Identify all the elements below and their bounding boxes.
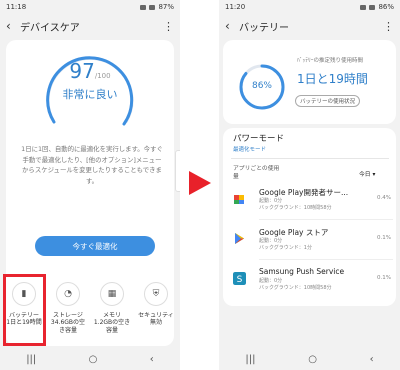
signal-icon <box>369 4 376 10</box>
app-meta: 起動：0分 バックグラウンド：10時間58分 <box>259 278 332 291</box>
dropdown-arrow-icon: ▾ <box>372 172 376 178</box>
score-status: 非常に良い <box>62 88 118 101</box>
power-mode-title[interactable]: パワーモード <box>233 132 284 144</box>
tile-value: 1.2GBの空き容量 <box>93 319 131 334</box>
divider <box>259 219 393 220</box>
back-arrow-icon[interactable]: ‹ <box>6 19 20 33</box>
tile-value: 無効 <box>149 319 162 326</box>
more-options-icon[interactable]: ⋮ <box>163 20 174 33</box>
app-bar: ‹ バッテリー ⋮ <box>219 14 400 38</box>
app-percent: 0.4% <box>377 195 391 201</box>
tile-label: ストレージ <box>53 312 83 319</box>
app-usage-row[interactable]: S Samsung Push Service 起動：0分 バックグラウンド：10時… <box>231 264 393 300</box>
divider <box>231 158 389 159</box>
puzzle-icon <box>234 195 244 204</box>
score-display: 97/100 <box>0 59 180 83</box>
power-and-usage-card: パワーモード 最適化モード アプリごとの使用量 今日 ▾ Google Play… <box>223 128 396 306</box>
battery-level: 86% <box>378 3 394 11</box>
svg-text:S: S <box>237 275 243 285</box>
power-mode-value: 最適化モード <box>233 147 267 153</box>
back-nav-icon[interactable]: ‹ <box>150 354 154 365</box>
period-dropdown[interactable]: 今日 ▾ <box>359 169 375 178</box>
back-arrow-icon[interactable]: ‹ <box>225 19 239 33</box>
battery-level: 87% <box>158 3 174 11</box>
status-bar: 11:20 86% <box>219 0 400 14</box>
app-name: Google Play ストア <box>259 228 329 237</box>
memory-icon: ▦ <box>100 282 124 306</box>
battery-summary-card: 86% ﾊﾞｯﾃﾘｰの推定残り使用時間 1日と19時間 バッテリーの使用状況 <box>223 40 396 124</box>
remaining-time-value: 1日と19時間 <box>297 72 368 86</box>
tile-value: 34.6GBの空き容量 <box>50 319 86 334</box>
nav-bar: ||| ○ ‹ <box>219 348 400 370</box>
edge-panel-handle[interactable] <box>175 150 180 192</box>
app-percent: 0.1% <box>377 235 391 241</box>
tile-label: セキュリティ <box>138 312 174 319</box>
period-value: 今日 <box>359 172 371 178</box>
transition-arrow-icon <box>189 171 211 195</box>
more-options-icon[interactable]: ⋮ <box>383 20 394 33</box>
app-usage-row[interactable]: Google Play開発者サー... 起動：0分 バックグラウンド：10時間58… <box>231 184 393 220</box>
app-percent: 0.1% <box>377 275 391 281</box>
tile-label: メモリ <box>102 312 121 319</box>
app-usage-row[interactable]: Google Play ストア 起動：0分 バックグラウンド：1分 0.1% <box>231 224 393 260</box>
signal-icon <box>149 4 156 10</box>
device-care-screen: 11:18 87% ‹ デバイスケア ⋮ 97/100 非常に良い 1日に1回、… <box>0 0 180 370</box>
status-time: 11:20 <box>225 3 246 11</box>
comparison-screenshot: 11:18 87% ‹ デバイスケア ⋮ 97/100 非常に良い 1日に1回、… <box>0 0 400 370</box>
battery-percent: 86% <box>251 81 272 91</box>
app-usage-label: アプリごとの使用量 <box>233 166 280 180</box>
app-name: Samsung Push Service <box>259 267 345 276</box>
remaining-time-label: ﾊﾞｯﾃﾘｰの推定残り使用時間 <box>297 58 364 64</box>
optimize-now-button[interactable]: 今すぐ最適化 <box>35 236 155 256</box>
page-title: デバイスケア <box>20 22 80 34</box>
shield-icon: ⛨ <box>144 282 168 306</box>
recent-apps-icon[interactable]: ||| <box>245 354 255 365</box>
status-time: 11:18 <box>6 3 27 11</box>
app-meta: 起動：0分 バックグラウンド：10時間58分 <box>259 198 332 211</box>
divider <box>259 259 393 260</box>
samsung-push-icon: S <box>233 272 246 285</box>
nav-bar: ||| ○ ‹ <box>0 348 180 370</box>
home-icon[interactable]: ○ <box>89 354 98 365</box>
home-icon[interactable]: ○ <box>308 354 317 365</box>
tile-security[interactable]: ⛨ セキュリティ 無効 <box>136 278 176 335</box>
app-name: Google Play開発者サー... <box>259 188 349 197</box>
play-store-icon <box>235 233 244 244</box>
app-meta: 起動：0分 バックグラウンド：1分 <box>259 238 312 251</box>
status-bar: 11:18 87% <box>0 0 180 14</box>
score-max: /100 <box>94 72 111 80</box>
battery-tile-highlight <box>3 274 46 346</box>
tile-memory[interactable]: ▦ メモリ 1.2GBの空き容量 <box>92 278 132 335</box>
battery-usage-button[interactable]: バッテリーの使用状況 <box>295 95 361 107</box>
score-value: 97 <box>69 59 95 83</box>
storage-icon: ◔ <box>56 282 80 306</box>
tile-storage[interactable]: ◔ ストレージ 34.6GBの空き容量 <box>48 278 88 335</box>
wifi-icon <box>140 4 147 10</box>
page-title: バッテリー <box>239 22 289 34</box>
app-bar: ‹ デバイスケア ⋮ <box>0 14 180 38</box>
wifi-icon <box>360 4 367 10</box>
recent-apps-icon[interactable]: ||| <box>26 354 36 365</box>
optimize-description: 1日に1回、自動的に最適化を実行します。今すぐ手動で最適化したり、[他のオプショ… <box>21 145 163 185</box>
back-nav-icon[interactable]: ‹ <box>370 354 374 365</box>
battery-screen: 11:20 86% ‹ バッテリー ⋮ 86% ﾊﾞｯﾃﾘｰの推定残り使用時間 … <box>219 0 400 370</box>
